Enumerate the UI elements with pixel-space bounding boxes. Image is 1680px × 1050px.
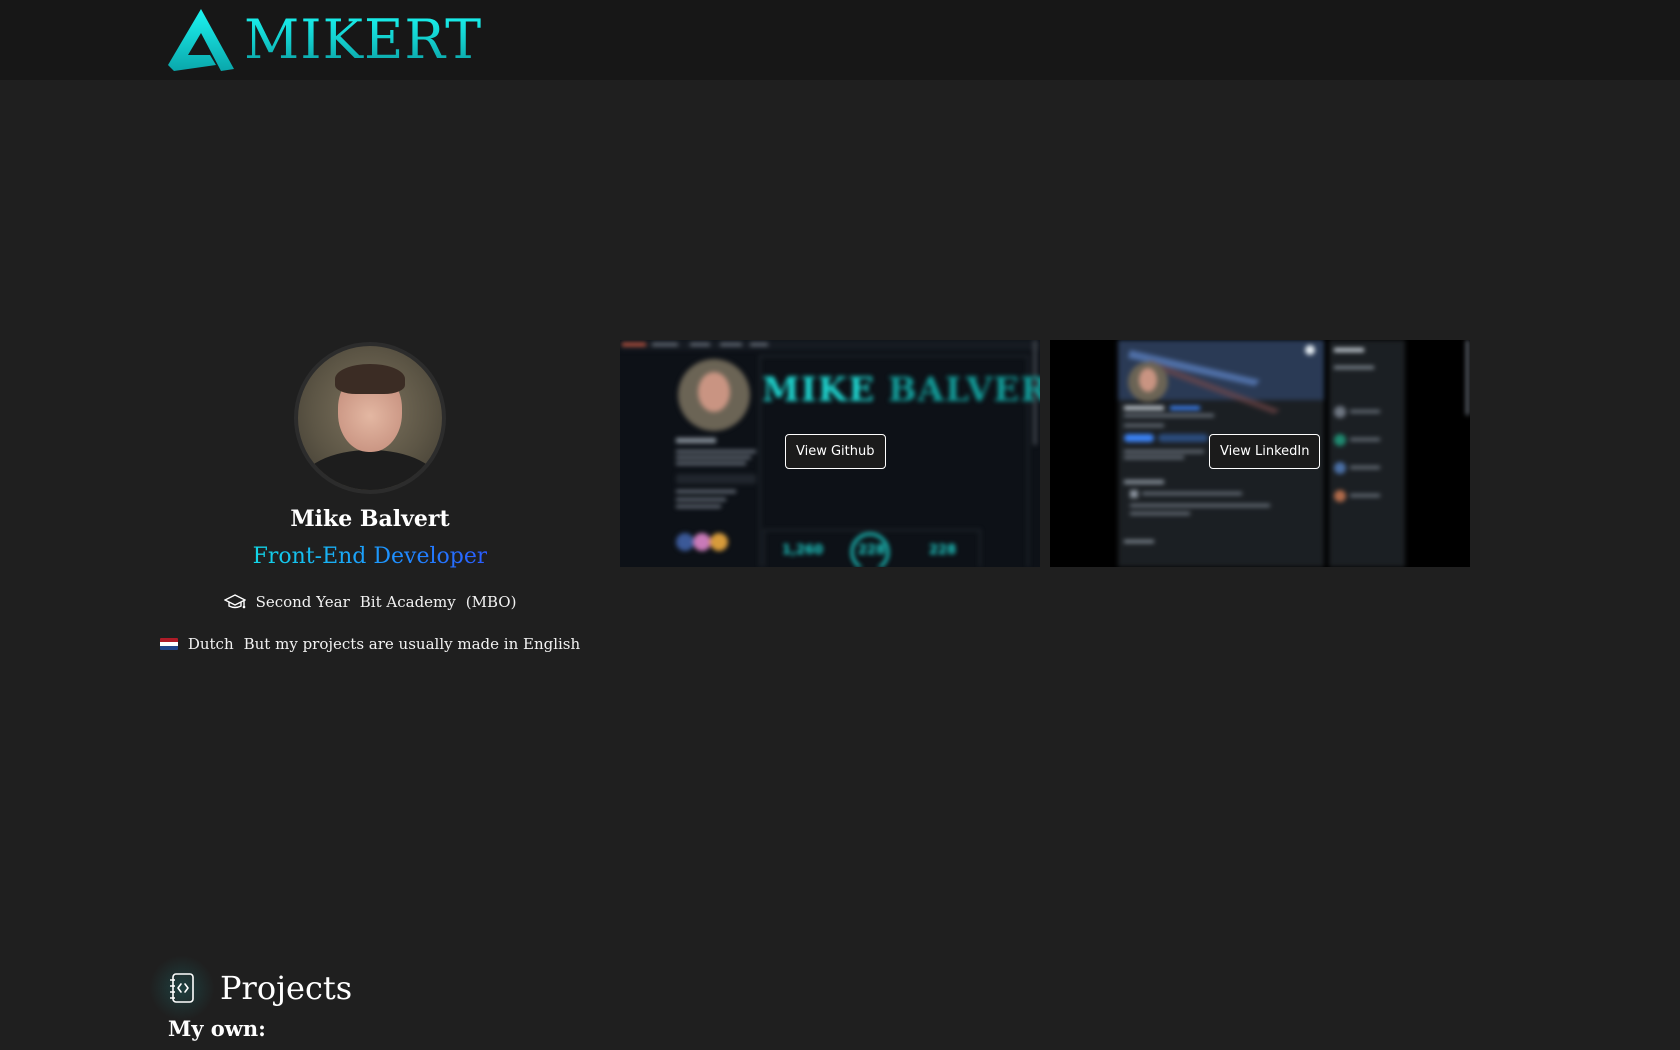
projects-title: Projects xyxy=(220,969,353,1007)
view-github-button[interactable]: View Github xyxy=(785,434,886,469)
graduation-cap-icon xyxy=(223,594,246,609)
profile-name: Mike Balvert xyxy=(290,506,450,532)
mikert-logo-icon xyxy=(168,9,234,71)
education-year: Second Year xyxy=(255,593,350,611)
education-level: (MBO) xyxy=(465,593,517,611)
education-school: Bit Academy xyxy=(359,593,456,611)
profile-role: Front-End Developer xyxy=(252,544,488,569)
netherlands-flag-icon xyxy=(159,638,178,650)
profile-card: Mike Balvert Front-End Developer Second … xyxy=(159,342,580,653)
avatar xyxy=(294,342,446,494)
linkedin-preview[interactable]: View LinkedIn xyxy=(1050,340,1470,567)
projects-icon-badge xyxy=(150,956,214,1020)
top-navbar: MIKERT xyxy=(0,0,1680,80)
language-info: Dutch But my projects are usually made i… xyxy=(159,635,581,653)
github-stat-3: 228 xyxy=(929,543,957,558)
github-banner-title: MIKE BALVERT xyxy=(762,370,1040,410)
projects-header: Projects xyxy=(150,950,352,1026)
github-stat-1: 1,260 xyxy=(782,543,824,558)
brand-name: MIKERT xyxy=(244,8,483,71)
language-note: But my projects are usually made in Engl… xyxy=(243,635,581,653)
projects-subtitle: My own: xyxy=(168,1016,266,1041)
view-linkedin-button[interactable]: View LinkedIn xyxy=(1209,434,1321,469)
language-name: Dutch xyxy=(187,635,234,653)
education-info: Second Year Bit Academy (MBO) xyxy=(223,593,517,611)
github-preview[interactable]: MIKE BALVERT 1,260 228 228 View Github xyxy=(620,340,1040,567)
site-logo[interactable]: MIKERT xyxy=(166,6,482,74)
github-stat-2: 228 xyxy=(858,543,886,558)
code-notebook-icon xyxy=(170,973,194,1003)
